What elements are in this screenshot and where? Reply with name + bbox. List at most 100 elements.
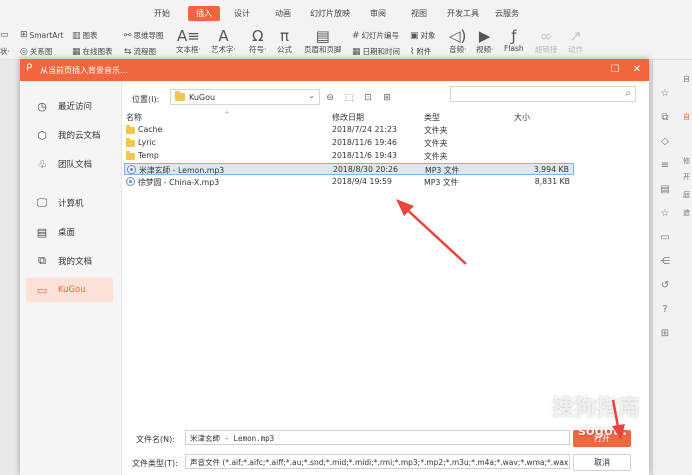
side-label: 自	[683, 75, 690, 83]
ribbon-action[interactable]: ↗ 动作	[568, 28, 583, 55]
column-header-name[interactable]: 名称	[126, 112, 142, 123]
ribbon-flowchart[interactable]: ⇆ 流程图	[124, 46, 156, 57]
file-row[interactable]: Temp 2018/11/6 19:43 文件夹	[124, 150, 574, 162]
paperclip-icon: ⌇	[410, 46, 415, 57]
grid-icon[interactable]: ⊞	[659, 328, 671, 340]
object-icon: ▣	[410, 30, 419, 41]
action-icon: ↗	[569, 27, 582, 45]
nav-item-my-documents[interactable]: ⧉ 我的文档	[26, 249, 113, 273]
nav-item-recent[interactable]: ◷ 最近访问	[26, 94, 113, 118]
file-row[interactable]: Cache 2018/7/24 21:23 文件夹	[124, 124, 574, 136]
nav-item-team-docs[interactable]: ♧ 团队文档	[26, 152, 113, 176]
search-icon: ⌕	[625, 88, 631, 99]
favorite-icon[interactable]: ☆	[659, 208, 671, 220]
location-toolbar: ⊖ ⬚ ⊡ ⊞	[324, 93, 393, 103]
ribbon-chart[interactable]: ▥ 图表	[72, 30, 98, 41]
ribbon-wordart[interactable]: A 艺术字·	[211, 28, 236, 55]
view-menu-icon[interactable]: ⊞	[381, 93, 393, 103]
ribbon-smartart[interactable]: ⊞ SmartArt	[20, 30, 63, 40]
ribbon-mindmap[interactable]: ⚯ 思维导图	[124, 30, 164, 41]
ribbon-flash[interactable]: ƒ Flash	[504, 28, 524, 53]
ribbon-symbol[interactable]: Ω 符号·	[249, 28, 266, 55]
speaker-icon: ◁)	[449, 27, 467, 45]
file-row[interactable]: 徐梦圆 - China-X.mp3 2018/9/4 19:59 MP3 文件 8,8…	[124, 176, 574, 188]
ribbon-object[interactable]: ▣ 对象	[410, 30, 436, 41]
nav-item-kugou[interactable]: ▭ KuGou	[26, 278, 113, 302]
relation-icon: ◎	[20, 46, 28, 57]
shape-icon[interactable]: ◇	[659, 136, 671, 148]
flash-icon: ƒ	[511, 27, 517, 45]
filetype-select[interactable]: 声音文件 (*.aif;*.aifc;*.aiff;*.au;*.snd;*.m…	[185, 454, 570, 469]
file-modified: 2018/11/6 19:43	[332, 151, 397, 160]
maximize-button[interactable]: ☐	[607, 62, 623, 78]
history-icon[interactable]: ↺	[659, 280, 671, 292]
chart-icon: ▥	[72, 30, 81, 41]
ribbon-shape-label[interactable]: 状·	[0, 46, 10, 57]
tab-cloud[interactable]: 云服务	[495, 8, 519, 19]
ribbon-slide-number[interactable]: # 幻灯片编号	[352, 30, 399, 41]
ribbon-relation[interactable]: ◎ 关系图	[20, 46, 52, 57]
slide-number-icon: #	[352, 30, 360, 41]
filetype-label: 文件类型(T):	[132, 459, 178, 468]
team-icon: ♧	[37, 157, 47, 171]
tab-review[interactable]: 审阅	[370, 8, 386, 19]
file-list: 名称 ^ 修改日期 类型 大小 Cache 2018/7/24 21:23 文件夹 L…	[124, 111, 644, 411]
close-button[interactable]: ✕	[629, 62, 645, 78]
back-icon[interactable]: ⊖	[324, 93, 336, 103]
up-folder-icon[interactable]: ⬚	[343, 93, 355, 103]
location-label: 位置(I):	[132, 95, 160, 104]
file-name: Lyric	[138, 138, 156, 147]
tab-design[interactable]: 设计	[234, 8, 250, 19]
folder-icon	[126, 138, 135, 147]
nav-item-cloud-docs[interactable]: ⬡ 我的云文档	[26, 123, 113, 147]
copy-icon[interactable]: ⧉	[659, 112, 671, 124]
side-label: 庭	[683, 191, 690, 199]
side-label: 开	[683, 173, 690, 181]
location-dropdown[interactable]: KuGou ⌄	[170, 89, 320, 105]
file-modified: 2018/9/4 19:59	[332, 177, 392, 186]
tab-slideshow[interactable]: 幻灯片放映	[310, 8, 350, 19]
clock-icon: ◷	[37, 99, 47, 113]
ribbon-datetime[interactable]: ▦ 日期和时间	[352, 46, 400, 57]
task-pane: ☆ ⧉ ◇ ≡ ▤ ☆ ▭ ⋲ ↺ ? ⊞ 自 自 修 开 庭 遮	[652, 60, 692, 475]
column-header-size[interactable]: 大小	[514, 112, 530, 123]
search-input[interactable]: ⌕	[450, 86, 636, 102]
desktop-icon: ▤	[36, 225, 48, 239]
ribbon-online-chart[interactable]: ▦ 在线图表	[72, 46, 113, 57]
ribbon-header-footer[interactable]: ▤ 页眉和页脚	[304, 28, 342, 55]
tab-home[interactable]: 开始	[154, 8, 170, 19]
file-name: Cache	[138, 125, 163, 134]
share-icon[interactable]: ⋲	[659, 256, 671, 268]
star-icon[interactable]: ☆	[659, 88, 671, 100]
shape-icon: ▭	[0, 30, 9, 40]
box-icon[interactable]: ▭	[659, 232, 671, 244]
sliders-icon[interactable]: ≡	[659, 160, 671, 172]
audio-file-icon	[126, 177, 135, 186]
ribbon-audio[interactable]: ◁) 音频·	[449, 28, 466, 55]
nav-item-computer[interactable]: 🖵 计算机	[26, 191, 113, 215]
watermark-url: sogou.	[578, 424, 628, 439]
nav-item-desktop[interactable]: ▤ 桌面	[26, 220, 113, 244]
file-row[interactable]: 米津玄師 - Lemon.mp3 2018/8/30 20:26 MP3 文件 3,9…	[124, 163, 574, 175]
file-row[interactable]: Lyric 2018/11/6 19:46 文件夹	[124, 137, 574, 149]
filename-input[interactable]: 米津玄師 - Lemon.mp3	[185, 430, 570, 445]
dialog-titlebar: ᑭ 从当前页插入背景音乐... ☐ ✕	[20, 59, 649, 81]
column-header-modified[interactable]: 修改日期	[332, 112, 364, 123]
ribbon-hyperlink[interactable]: ∞ 超链接	[535, 28, 558, 55]
folder-icon: ▭	[36, 283, 48, 297]
tab-animation[interactable]: 动画	[275, 8, 291, 19]
cancel-button[interactable]: 取消	[573, 454, 631, 471]
tab-insert[interactable]: 插入	[188, 6, 220, 21]
column-header-type[interactable]: 类型	[424, 112, 440, 123]
tab-view[interactable]: 视图	[411, 8, 427, 19]
help-icon[interactable]: ?	[659, 304, 671, 316]
tab-developer[interactable]: 开发工具	[447, 8, 479, 19]
ribbon-attachment[interactable]: ⌇ 附件	[410, 46, 431, 57]
ribbon-video[interactable]: ▶ 视频·	[476, 28, 493, 55]
new-folder-icon[interactable]: ⊡	[362, 93, 374, 103]
omega-icon: Ω	[251, 27, 264, 45]
ribbon-formula[interactable]: π 公式	[277, 28, 292, 55]
layout-icon[interactable]: ▤	[659, 184, 671, 196]
ribbon-shape-partial[interactable]: ▭	[0, 30, 9, 40]
ribbon-textbox[interactable]: A≡ 文本框·	[176, 28, 201, 55]
